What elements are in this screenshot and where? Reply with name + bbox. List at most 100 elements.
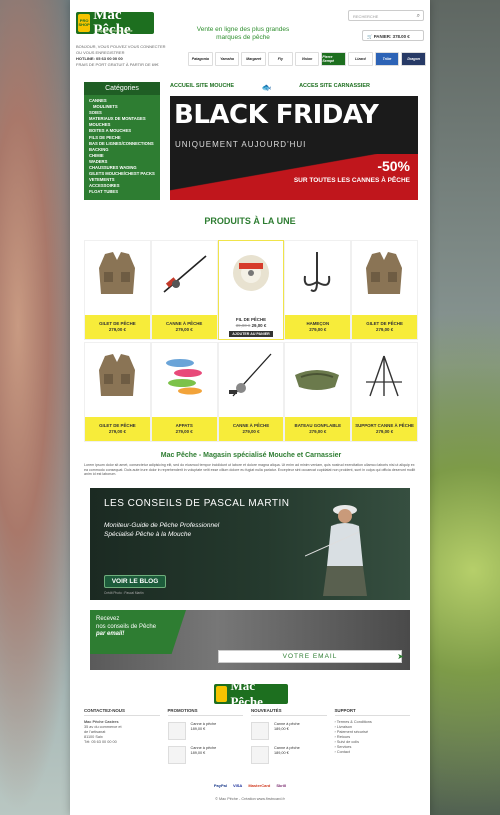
footer-new: NOUVEAUTÉS Canne à pêche 189,00 € Canne à… xyxy=(251,708,335,778)
product-price: 39,00 € 29,00 € xyxy=(219,323,284,329)
support-link[interactable]: › Contact xyxy=(335,750,419,755)
product-image[interactable] xyxy=(160,351,208,399)
brand-strip: Patagonia Yamaha Margaret Fly Vision Pie… xyxy=(188,52,427,66)
nav-predator-site[interactable]: ACCES SITE CARNASSIER xyxy=(299,83,370,93)
newsletter-banner: Recevez nos conseils de Pêche par email!… xyxy=(90,610,410,670)
product-card[interactable]: APPATS 279,00 € xyxy=(150,342,218,442)
category-item[interactable]: FLOAT TUBES xyxy=(89,189,155,195)
contact-line: Tél: 05 63 00 00 00 xyxy=(84,740,117,744)
product-image[interactable] xyxy=(360,351,408,399)
footer-logo[interactable]: Mac Pêche xyxy=(214,678,288,709)
skrill-icon: Skrill xyxy=(276,783,287,788)
product-image[interactable] xyxy=(93,351,141,399)
product-current-price: 279,00 € xyxy=(108,327,126,332)
product-current-price: 29,00 € xyxy=(251,323,267,328)
about-title: Mac Pêche - Magasin spécialisé Mouche et… xyxy=(160,452,342,459)
footer-logo-name: Mac Pêche xyxy=(230,678,263,709)
product-card[interactable]: SUPPORT CANNE À PÊCHE 279,00 € xyxy=(351,342,418,442)
product-grid-row-2: GILET DE PÊCHE 279,00 € APPATS 279,00 € CANN… xyxy=(84,342,418,442)
category-sidebar: Catégories CANNES MOULINETS SOIES MATERIAUX… xyxy=(84,82,160,200)
cart-button[interactable]: 🛒 PANIER: 378.00 € xyxy=(362,30,424,41)
nav-fly-site[interactable]: ACCUEIL SITE MOUCHE xyxy=(170,83,234,93)
product-card[interactable]: CANNE À PÊCHE 279,00 € xyxy=(150,240,218,340)
product-card[interactable]: GILET DE PÊCHE 279,00 € xyxy=(84,240,151,340)
brand-logo[interactable]: Dragon xyxy=(401,52,427,66)
product-current-price: 279,00 € xyxy=(175,327,193,332)
brand-logo[interactable]: Margaret xyxy=(241,52,267,66)
product-grid-row-1: GILET DE PÊCHE 279,00 € CANNE À PÊCHE 279,0… xyxy=(84,240,418,340)
category-item[interactable]: BAS DE LIGNES/CONNECTIONS xyxy=(89,141,155,147)
search-icon[interactable]: ⌕ xyxy=(417,13,420,20)
product-card[interactable]: HAMEÇON 279,00 € xyxy=(284,240,352,340)
footer-contact: CONTACTEZ-NOUS Mac Pêche Castres 35 av d… xyxy=(84,708,168,778)
new-product[interactable]: Canne à pêche 189,00 € xyxy=(251,746,335,764)
product-card[interactable]: CANNE À PÊCHE 279,00 € xyxy=(217,342,285,442)
promo-product[interactable]: Canne à pêche 189,00 € xyxy=(167,722,252,740)
send-arrow-icon[interactable]: ➤ xyxy=(397,652,404,661)
about-section: Mac Pêche - Magasin spécialisé Mouche et… xyxy=(84,452,418,477)
product-current-price: 279,00 € xyxy=(108,429,126,434)
banner-subtitle: UNIQUEMENT AUJOURD'HUI xyxy=(175,140,307,149)
product-card[interactable]: GILET DE PÊCHE 279,00 € xyxy=(84,342,151,442)
product-label: GILET DE PÊCHE 279,00 € xyxy=(352,315,417,339)
product-price: 189,00 € xyxy=(274,751,289,755)
brand-logo[interactable]: Pierre Sempé xyxy=(321,52,347,66)
new-product[interactable]: Canne à pêche 189,00 € xyxy=(251,722,335,740)
payment-methods: PayPal VISA MasterCard Skrill xyxy=(208,783,292,793)
product-price: 279,00 € xyxy=(352,327,417,333)
product-price: 189,00 € xyxy=(190,751,206,755)
about-text: Lorem ipsum dolor sit amet, consectetur … xyxy=(84,463,416,477)
product-price: 189,00 € xyxy=(190,727,206,731)
product-thumbnail xyxy=(167,746,186,764)
product-image[interactable] xyxy=(227,249,275,297)
logo-tagline: Magasin spécialisé pêche xyxy=(96,29,133,33)
product-image[interactable] xyxy=(227,351,275,399)
product-price: 279,00 € xyxy=(219,429,284,435)
product-label: CANNE À PÊCHE 279,00 € xyxy=(218,417,284,441)
brand-logo[interactable]: Lizard xyxy=(348,52,373,66)
banner-title: BLACK FRIDAY xyxy=(174,100,379,130)
product-price: 279,00 € xyxy=(285,429,350,435)
product-price: 279,00 € xyxy=(85,429,150,435)
email-input[interactable]: VOTRE EMAIL xyxy=(218,650,402,663)
product-card[interactable]: GILET DE PÊCHE 279,00 € xyxy=(351,240,418,340)
site-logo[interactable]: PRO SHOP Mac Pêche Magasin spécialisé pê… xyxy=(76,8,154,38)
new-title: NOUVEAUTÉS xyxy=(251,708,327,716)
logo-name: Mac Pêche xyxy=(93,7,131,38)
product-label: FIL DE PÊCHE 39,00 € 29,00 € AJOUTER AU PA… xyxy=(218,315,284,339)
blog-banner: LES CONSEILS DE PASCAL MARTIN Moniteur-G… xyxy=(90,488,410,600)
brand-logo[interactable]: Yamaha xyxy=(214,52,240,66)
product-image[interactable] xyxy=(293,351,341,399)
featured-title: PRODUITS À LA UNE xyxy=(204,216,296,226)
view-blog-button[interactable]: VOIR LE BLOG xyxy=(104,575,166,588)
product-label: BATEAU GONFLABLE 279,00 € xyxy=(285,417,351,441)
banner-promo-text: SUR TOUTES LES CANNES À PÊCHE xyxy=(293,177,410,184)
add-to-cart-button[interactable]: AJOUTER AU PANIER xyxy=(228,331,273,337)
logo-badge-icon xyxy=(216,686,228,702)
product-image[interactable] xyxy=(93,249,141,297)
contact-details: Mac Pêche Castres 35 av du commerce et d… xyxy=(84,720,168,745)
product-image[interactable] xyxy=(360,249,408,297)
product-image[interactable] xyxy=(160,249,208,297)
search-input[interactable]: RECHERCHE ⌕ xyxy=(348,10,424,21)
site-tagline: Vente en ligne des plus grandes marques … xyxy=(196,26,290,41)
product-label: GILET DE PÊCHE 279,00 € xyxy=(85,417,150,441)
promo-product[interactable]: Canne à pêche 189,00 € xyxy=(167,746,252,764)
product-current-price: 279,00 € xyxy=(376,327,394,332)
brand-logo[interactable]: Fly xyxy=(268,52,293,66)
search-placeholder: RECHERCHE xyxy=(353,14,379,19)
product-price: 189,00 € xyxy=(274,727,289,731)
product-price: 279,00 € xyxy=(152,327,217,333)
product-current-price: 279,00 € xyxy=(309,429,327,434)
black-friday-banner[interactable]: BLACK FRIDAY UNIQUEMENT AUJOURD'HUI -50%… xyxy=(170,96,418,200)
product-card[interactable]: BATEAU GONFLABLE 279,00 € xyxy=(284,342,352,442)
product-image[interactable] xyxy=(293,249,341,297)
product-label: APPATS 279,00 € xyxy=(151,417,217,441)
brand-logo[interactable]: Vision xyxy=(294,52,320,66)
product-label: GILET DE PÊCHE 279,00 € xyxy=(85,315,150,339)
brand-logo[interactable]: Patagonia xyxy=(188,52,213,66)
brand-logo[interactable]: Tribe xyxy=(374,52,400,66)
angler-photo xyxy=(305,505,367,596)
mastercard-icon: MasterCard xyxy=(248,783,271,788)
product-card[interactable]: FIL DE PÊCHE 39,00 € 29,00 € AJOUTER AU PA… xyxy=(217,240,285,340)
